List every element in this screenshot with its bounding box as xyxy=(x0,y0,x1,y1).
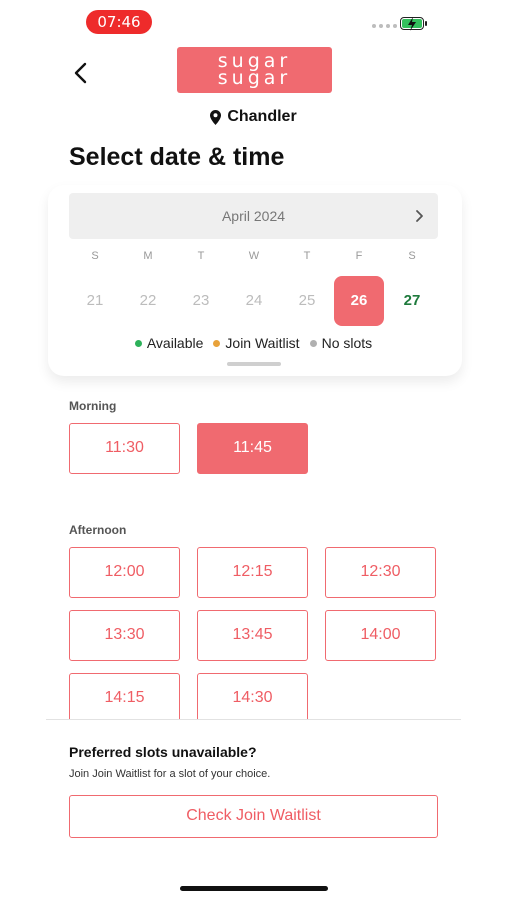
battery-charging-icon xyxy=(400,17,424,31)
time-slot[interactable]: 14:30 xyxy=(197,673,308,719)
time-slot[interactable]: 13:45 xyxy=(197,610,308,661)
calendar-collapse-handle[interactable] xyxy=(227,362,281,366)
legend-label: Join Waitlist xyxy=(225,335,300,351)
month-label: April 2024 xyxy=(221,208,286,224)
waitlist-title: Preferred slots unavailable? xyxy=(69,744,257,760)
page-title: Select date & time xyxy=(69,143,285,171)
time-slot[interactable]: 11:30 xyxy=(69,423,180,474)
legend-available: Available xyxy=(134,335,204,351)
time-slots-scroll[interactable]: Morning 11:30 11:45 Afternoon 12:00 12:1… xyxy=(0,380,507,719)
section-label-afternoon: Afternoon xyxy=(69,523,127,537)
time-slot[interactable]: 12:15 xyxy=(197,547,308,598)
location-name: Chandler xyxy=(227,108,297,125)
time-slot[interactable]: 12:30 xyxy=(325,547,436,598)
brand-logo: sugar sugar xyxy=(177,47,332,93)
home-indicator[interactable] xyxy=(180,886,328,891)
time-slot[interactable]: 13:30 xyxy=(69,610,180,661)
weekday-label: S xyxy=(91,250,99,262)
available-dot-icon xyxy=(134,339,142,347)
weekday-label: S xyxy=(408,250,416,262)
calendar-day: 21 xyxy=(86,292,104,309)
logo-line-2: sugar xyxy=(217,67,292,89)
back-button[interactable] xyxy=(70,58,92,88)
availability-legend: Available Join Waitlist No slots xyxy=(0,335,507,351)
calendar-day: 24 xyxy=(245,292,263,309)
legend-label: Available xyxy=(146,335,204,351)
time-slot-selected[interactable]: 11:45 xyxy=(197,423,308,474)
divider xyxy=(46,719,461,720)
section-label-morning: Morning xyxy=(69,399,117,413)
calendar-day: 22 xyxy=(139,292,157,309)
weekday-label: F xyxy=(355,250,363,262)
legend-label: No slots xyxy=(321,335,373,351)
weekday-label: T xyxy=(197,250,205,262)
time-slot[interactable]: 14:00 xyxy=(325,610,436,661)
waitlist-subtitle: Join Join Waitlist for a slot of your ch… xyxy=(69,768,271,780)
chevron-right-icon xyxy=(416,210,423,222)
no-slots-dot-icon xyxy=(309,339,317,347)
location[interactable]: Chandler xyxy=(0,108,507,126)
check-waitlist-button[interactable]: Check Join Waitlist xyxy=(69,795,438,838)
weekday-label: W xyxy=(248,250,260,262)
weekday-label: M xyxy=(143,250,153,262)
waitlist-dot-icon xyxy=(213,339,221,347)
calendar-day-available[interactable]: 27 xyxy=(387,276,437,326)
time-slot[interactable]: 14:15 xyxy=(69,673,180,719)
signal-icon xyxy=(372,24,397,28)
weekday-label: T xyxy=(303,250,311,262)
status-time: 07:46 xyxy=(86,10,152,34)
calendar-day: 25 xyxy=(298,292,316,309)
calendar-day: 23 xyxy=(192,292,210,309)
next-month-button[interactable] xyxy=(410,203,430,229)
time-slot[interactable]: 12:00 xyxy=(69,547,180,598)
chevron-left-icon xyxy=(74,62,87,84)
calendar-day-selected[interactable]: 26 xyxy=(334,276,384,326)
legend-waitlist: Join Waitlist xyxy=(213,335,300,351)
legend-no-slots: No slots xyxy=(309,335,373,351)
battery-cap xyxy=(425,21,427,26)
map-pin-icon xyxy=(210,109,222,125)
